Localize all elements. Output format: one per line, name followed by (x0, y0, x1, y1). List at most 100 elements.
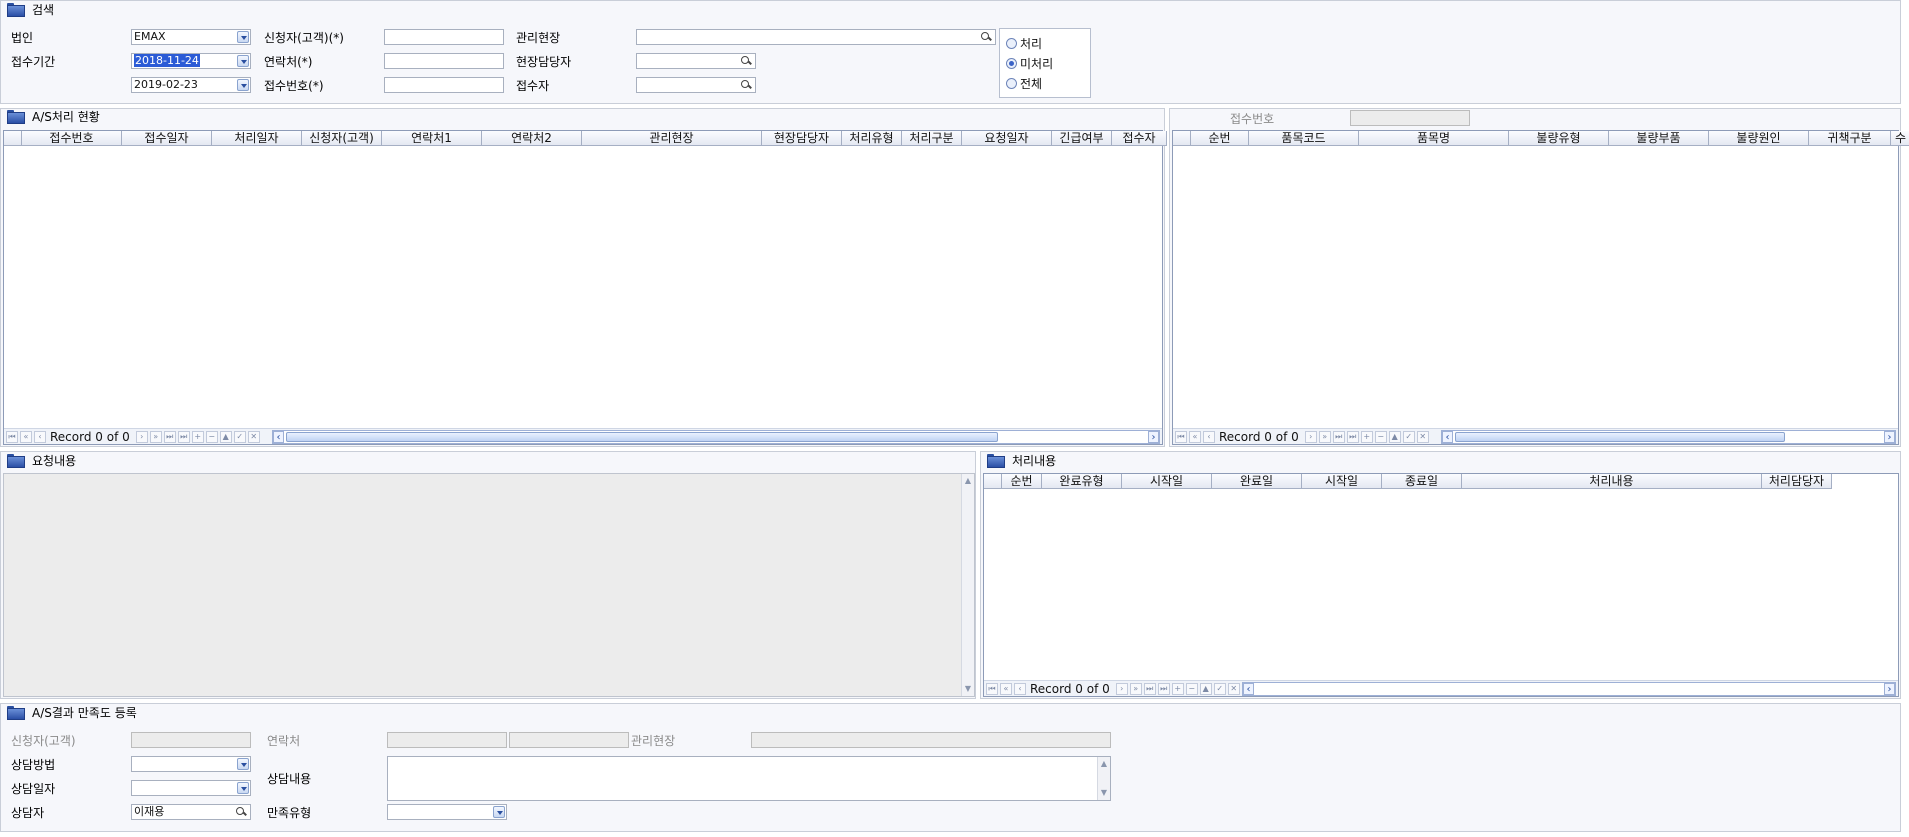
next-page-icon[interactable]: » (149, 430, 162, 443)
grid-column-header[interactable]: 연락처1 (382, 131, 482, 146)
delete-icon[interactable]: − (1374, 430, 1387, 443)
grid-column-header[interactable]: 접수번호 (22, 131, 122, 146)
chevron-down-icon[interactable] (237, 55, 249, 67)
grid-column-header[interactable]: 신청자(고객) (302, 131, 382, 146)
grid-column-header[interactable]: 현장담당자 (762, 131, 842, 146)
add-icon[interactable]: + (191, 430, 204, 443)
next-record-icon[interactable]: › (1304, 430, 1317, 443)
scroll-up-icon[interactable]: ▲ (1098, 758, 1110, 770)
up-icon[interactable]: ▲ (1388, 430, 1401, 443)
delete-icon[interactable]: − (1185, 682, 1198, 695)
up-icon[interactable]: ▲ (1199, 682, 1212, 695)
process-hscrollbar[interactable]: ‹ › (1242, 682, 1896, 696)
grid-column-header[interactable]: 처리담당자 (1762, 474, 1832, 489)
radio-circle-selected[interactable] (1006, 58, 1017, 69)
radio-all[interactable]: 전체 (1006, 75, 1042, 92)
grid-column-header[interactable]: 완료유형 (1042, 474, 1122, 489)
chevron-down-icon[interactable] (237, 31, 249, 43)
confirm-icon[interactable]: ✓ (1213, 682, 1226, 695)
radio-processed[interactable]: 처리 (1006, 35, 1042, 52)
chevron-down-icon[interactable] (237, 782, 249, 794)
grid-column-header[interactable]: 품목코드 (1249, 131, 1359, 146)
last-icon[interactable]: ⏭ (1346, 430, 1359, 443)
grid-column-header[interactable]: 관리현장 (582, 131, 762, 146)
sat-date-picker[interactable] (131, 780, 251, 796)
site-search-input[interactable] (636, 29, 996, 45)
prev-page-icon[interactable]: « (1000, 682, 1012, 695)
grid-column-header[interactable]: 순번 (1191, 131, 1249, 146)
grid-column-header[interactable]: 불량유형 (1509, 131, 1609, 146)
scroll-up-icon[interactable]: ▲ (962, 475, 974, 487)
grid-column-header[interactable]: 불량부품 (1609, 131, 1709, 146)
scroll-left-icon[interactable]: ‹ (1243, 683, 1254, 695)
search-icon[interactable] (235, 806, 247, 818)
as-status-hscrollbar[interactable]: ‹ › (272, 430, 1160, 444)
last-icon[interactable]: ⏭ (177, 430, 190, 443)
date-to-picker[interactable]: 2019-02-23 (131, 77, 251, 93)
scroll-right-icon[interactable]: › (1884, 431, 1895, 443)
search-icon[interactable] (980, 31, 992, 43)
last-record-icon[interactable]: ⏭ (1332, 430, 1345, 443)
receiver-search-input[interactable] (636, 77, 756, 93)
request-vscrollbar[interactable]: ▲ ▼ (961, 474, 974, 696)
scroll-right-icon[interactable]: › (1884, 683, 1895, 695)
sat-content-textarea[interactable]: ▲ ▼ (387, 756, 1111, 801)
grid-column-header[interactable]: 수 (1891, 131, 1909, 146)
grid-column-header[interactable]: 불량원인 (1709, 131, 1809, 146)
last-record-icon[interactable]: ⏭ (163, 430, 176, 443)
delete-icon[interactable]: − (205, 430, 218, 443)
next-page-icon[interactable]: » (1318, 430, 1331, 443)
chevron-down-icon[interactable] (493, 806, 505, 818)
grid-column-header[interactable]: 긴급여부 (1052, 131, 1112, 146)
grid-column-header[interactable]: 처리일자 (212, 131, 302, 146)
last-icon[interactable]: ⏭ (1157, 682, 1170, 695)
contact-input[interactable] (384, 53, 504, 69)
prev-page-icon[interactable]: « (20, 430, 32, 443)
grid-column-header[interactable]: 귀책구분 (1809, 131, 1891, 146)
next-page-icon[interactable]: » (1129, 682, 1142, 695)
grid-column-header[interactable]: 품목명 (1359, 131, 1509, 146)
grid-column-header[interactable]: 요청일자 (962, 131, 1052, 146)
confirm-icon[interactable]: ✓ (1402, 430, 1415, 443)
items-grid[interactable]: 순번 품목코드 품목명 불량유형 불량부품 불량원인 귀책구분 수 ⏮ «‹ Record 0 … (1172, 130, 1909, 445)
process-grid[interactable]: 순번 완료유형 시작일 완료일 시작일 종료일 처리내용 처리담당자 ⏮ «‹ Record 0… (983, 473, 1899, 697)
applicant-input[interactable] (384, 29, 504, 45)
grid-column-header[interactable]: 순번 (1002, 474, 1042, 489)
grid-column-header[interactable]: 시작일 (1302, 474, 1382, 489)
grid-column-header[interactable]: 시작일 (1122, 474, 1212, 489)
scroll-thumb[interactable] (286, 432, 998, 442)
scroll-left-icon[interactable]: ‹ (273, 431, 284, 443)
corp-select[interactable]: EMAX (131, 29, 251, 45)
radio-unprocessed[interactable]: 미처리 (1006, 55, 1053, 72)
last-record-icon[interactable]: ⏭ (1143, 682, 1156, 695)
scroll-down-icon[interactable]: ▼ (962, 683, 974, 695)
search-icon[interactable] (740, 79, 752, 91)
as-status-grid[interactable]: 접수번호 접수일자 처리일자 신청자(고객) 연락처1 연락처2 관리현장 현장담당자 처리유형… (3, 130, 1167, 445)
grid-column-header[interactable]: 처리유형 (842, 131, 902, 146)
scroll-thumb[interactable] (1455, 432, 1785, 442)
first-record-icon[interactable]: ⏮ (6, 430, 18, 443)
chevron-down-icon[interactable] (237, 79, 249, 91)
date-from-picker[interactable]: 2018-11-24 (131, 53, 251, 69)
cancel-icon[interactable]: ✕ (1227, 682, 1240, 695)
sat-counselor-search-input[interactable]: 이재용 (131, 804, 251, 820)
request-content-area[interactable]: ▲ ▼ (3, 473, 975, 697)
cancel-icon[interactable]: ✕ (247, 430, 260, 443)
cancel-icon[interactable]: ✕ (1416, 430, 1429, 443)
grid-column-header[interactable]: 처리구분 (902, 131, 962, 146)
sat-content-vscrollbar[interactable]: ▲ ▼ (1097, 757, 1110, 800)
grid-column-header[interactable]: 접수일자 (122, 131, 212, 146)
prev-record-icon[interactable]: ‹ (1014, 682, 1026, 695)
grid-column-header[interactable]: 종료일 (1382, 474, 1462, 489)
receipt-no-input[interactable] (384, 77, 504, 93)
items-hscrollbar[interactable]: ‹ › (1441, 430, 1896, 444)
add-icon[interactable]: + (1360, 430, 1373, 443)
sat-method-select[interactable] (131, 756, 251, 772)
scroll-left-icon[interactable]: ‹ (1442, 431, 1453, 443)
grid-column-header[interactable]: 처리내용 (1462, 474, 1762, 489)
add-icon[interactable]: + (1171, 682, 1184, 695)
first-record-icon[interactable]: ⏮ (986, 682, 998, 695)
sat-type-select[interactable] (387, 804, 507, 820)
prev-page-icon[interactable]: « (1189, 430, 1201, 443)
radio-circle[interactable] (1006, 38, 1017, 49)
